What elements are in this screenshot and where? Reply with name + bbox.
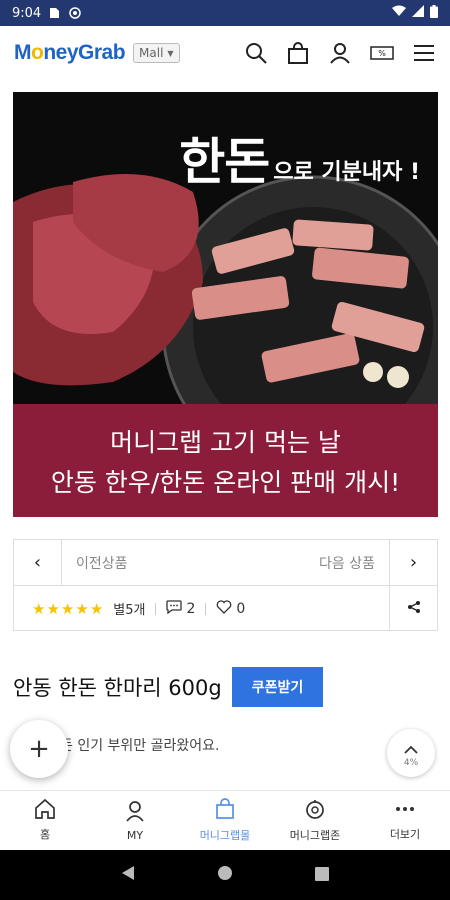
chevron-up-icon [404,739,418,758]
divider [155,602,157,615]
wifi-icon [392,5,406,21]
home-icon [34,798,56,822]
banner-headline-small: 으로 기분내자 ! [273,160,420,185]
user-icon[interactable] [328,41,352,65]
menu-icon[interactable] [412,41,436,65]
chevron-down-icon: ▼ [167,48,174,58]
mall-select[interactable]: Mall ▼ [133,43,180,63]
signal-icon [412,5,424,21]
add-fab-button[interactable]: + [10,720,68,778]
status-time: 9:04 [12,5,42,21]
review-count[interactable]: 별5개 [113,599,145,618]
rating-stars: ★ ★ ★ ★ ★ [14,600,103,618]
battery-icon [430,4,438,22]
plus-icon: + [28,734,50,764]
comment-count: 2 [186,600,196,617]
scroll-top-button[interactable]: 4% [387,729,435,777]
mall-icon [214,798,236,823]
tab-my[interactable]: MY [90,791,180,850]
chevron-left-icon: ‹ [33,552,42,573]
coupon-button[interactable]: 쿠폰받기 [231,667,324,707]
tab-mall-label: 머니그랩몰 [199,829,251,842]
tab-my-label: MY [126,828,144,842]
coupon-icon[interactable]: % [370,41,394,65]
banner-headline: 한돈 으로 기분내자 ! [179,122,420,194]
at-icon [69,7,81,19]
divider [205,602,207,615]
bottom-nav: 홈 MY 머니그랩몰 머니그랩존 더보기 [0,790,450,850]
recents-icon[interactable] [315,866,329,885]
status-bar: 9:04 [0,0,450,26]
banner-caption-line2: 안동 한우/한돈 온라인 판매 개시! [50,467,401,497]
comment-stat[interactable]: 2 [166,599,196,618]
chevron-right-icon: › [409,552,418,573]
star-icon: ★ [46,599,60,618]
product-nav-box: ‹ 이전상품 다음 상품 › ★ ★ ★ ★ ★ 별5개 2 0 [13,539,438,631]
prev-product-label[interactable]: 이전상품 [62,553,226,573]
share-icon [407,599,421,618]
more-icon [394,799,416,822]
scroll-percent: 4% [403,757,419,768]
tab-zone[interactable]: 머니그랩존 [270,791,360,850]
tab-more-label: 더보기 [389,828,421,841]
product-banner: 한돈 으로 기분내자 ! 머니그랩 고기 먹는 날 안동 한우/한돈 온라인 판… [13,92,438,517]
comment-icon [166,599,183,618]
like-stat[interactable]: 0 [216,599,246,618]
system-nav-bar [0,850,450,900]
app-header: MoneyGrab Mall ▼ % [0,26,450,80]
tab-more[interactable]: 더보기 [360,791,450,850]
star-icon: ★ [60,599,75,618]
tab-zone-label: 머니그랩존 [289,829,341,842]
product-title: 안동 한돈 한마리 600g [13,676,222,700]
sim-icon [49,7,61,19]
star-icon: ★ [89,599,104,618]
search-icon[interactable] [244,41,268,65]
moneygrab-logo[interactable]: MoneyGrab [14,41,126,65]
banner-caption: 머니그랩 고기 먹는 날 안동 한우/한돈 온라인 판매 개시! [13,404,438,517]
tab-mall[interactable]: 머니그랩몰 [180,791,270,850]
back-icon[interactable] [121,865,135,885]
like-count: 0 [236,600,246,617]
mall-select-label: Mall [139,46,164,60]
next-product-label[interactable]: 다음 상품 [226,553,390,573]
next-product-button[interactable]: › [389,539,437,586]
banner-headline-big: 한돈 [179,133,270,191]
star-icon: ★ [75,599,89,618]
heart-icon [216,599,232,618]
home-circle-icon[interactable] [217,865,233,885]
prev-product-button[interactable]: ‹ [14,539,62,586]
tab-home[interactable]: 홈 [0,791,90,850]
svg-text:%: % [378,49,386,58]
person-icon [125,800,145,825]
product-title-row: 안동 한돈 한마리 600g 쿠폰받기 [13,667,324,707]
star-icon: ★ [32,599,46,618]
share-button[interactable] [389,586,437,631]
zone-icon [304,798,326,823]
banner-caption-line1: 머니그랩 고기 먹는 날 [110,427,341,457]
shopping-bag-icon[interactable] [286,41,310,65]
tab-home-label: 홈 [39,828,51,841]
product-subtitle: 돈 인기 부위만 골라왔어요. [60,738,220,754]
